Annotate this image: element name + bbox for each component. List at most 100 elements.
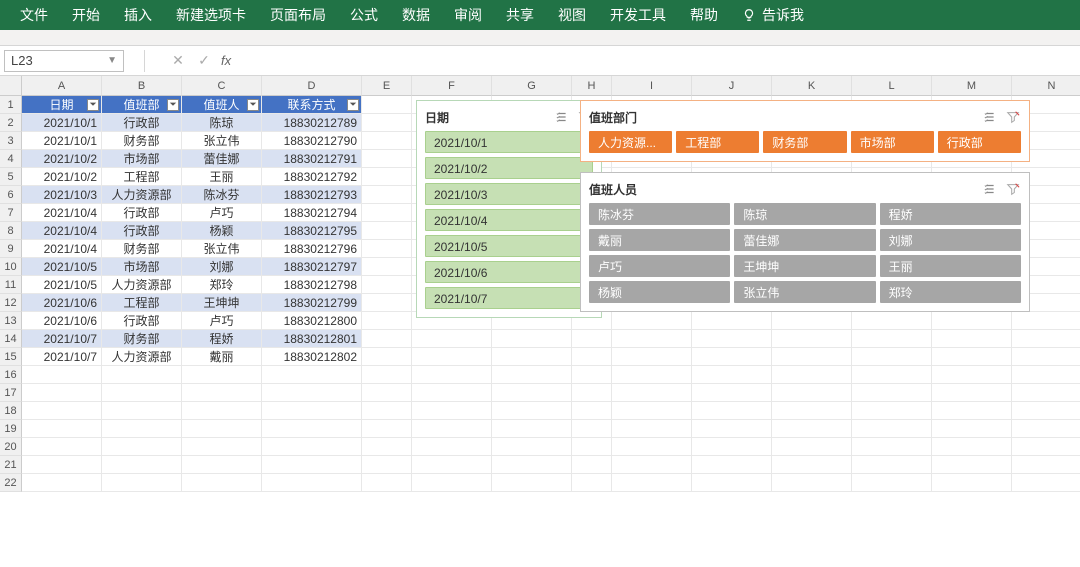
cell[interactable]: [852, 312, 932, 330]
cell[interactable]: [492, 330, 572, 348]
cell[interactable]: [572, 438, 612, 456]
confirm-icon[interactable]: ✓: [191, 52, 217, 69]
column-header-H[interactable]: H: [572, 76, 612, 96]
ribbon-tab-新建选项卡[interactable]: 新建选项卡: [164, 0, 258, 30]
cell[interactable]: [102, 402, 182, 420]
cell[interactable]: [932, 348, 1012, 366]
table-cell[interactable]: 戴丽: [182, 348, 262, 366]
cell[interactable]: [852, 384, 932, 402]
cell[interactable]: [772, 456, 852, 474]
column-header-F[interactable]: F: [412, 76, 492, 96]
cell[interactable]: [362, 438, 412, 456]
cell[interactable]: [362, 168, 412, 186]
table-cell[interactable]: 2021/10/1: [22, 114, 102, 132]
cell[interactable]: [772, 366, 852, 384]
cell[interactable]: [612, 348, 692, 366]
slicer-item[interactable]: 工程部: [676, 131, 759, 153]
table-cell[interactable]: 郑玲: [182, 276, 262, 294]
filter-icon[interactable]: [347, 99, 359, 111]
cell[interactable]: [362, 366, 412, 384]
table-cell[interactable]: 人力资源部: [102, 186, 182, 204]
table-cell[interactable]: 王坤坤: [182, 294, 262, 312]
slicer-item[interactable]: 2021/10/1: [425, 131, 593, 153]
cell[interactable]: [772, 330, 852, 348]
table-cell[interactable]: 刘娜: [182, 258, 262, 276]
row-header-7[interactable]: 7: [0, 204, 22, 222]
slicer-item[interactable]: 郑玲: [880, 281, 1021, 303]
cell[interactable]: [362, 402, 412, 420]
table-cell[interactable]: 陈冰芬: [182, 186, 262, 204]
cell[interactable]: [492, 474, 572, 492]
cell[interactable]: [412, 384, 492, 402]
cell[interactable]: [102, 456, 182, 474]
row-header-4[interactable]: 4: [0, 150, 22, 168]
cell[interactable]: [22, 474, 102, 492]
ribbon-tab-数据[interactable]: 数据: [390, 0, 442, 30]
cell[interactable]: [932, 438, 1012, 456]
cell[interactable]: [852, 456, 932, 474]
cell[interactable]: [852, 474, 932, 492]
cell[interactable]: [262, 456, 362, 474]
row-header-1[interactable]: 1: [0, 96, 22, 114]
cell[interactable]: [852, 420, 932, 438]
table-cell[interactable]: 行政部: [102, 114, 182, 132]
table-cell[interactable]: 18830212798: [262, 276, 362, 294]
name-box[interactable]: L23 ▼: [4, 50, 124, 72]
slicer-值班部门[interactable]: 值班部门人力资源...工程部财务部市场部行政部: [580, 100, 1030, 162]
table-cell[interactable]: 2021/10/2: [22, 150, 102, 168]
cell[interactable]: [1012, 402, 1080, 420]
row-header-9[interactable]: 9: [0, 240, 22, 258]
cell[interactable]: [572, 420, 612, 438]
cell[interactable]: [1012, 456, 1080, 474]
cell[interactable]: [572, 474, 612, 492]
column-header-L[interactable]: L: [852, 76, 932, 96]
row-header-20[interactable]: 20: [0, 438, 22, 456]
cell[interactable]: [692, 402, 772, 420]
table-cell[interactable]: 工程部: [102, 294, 182, 312]
clear-filter-icon[interactable]: [1005, 109, 1021, 125]
cell[interactable]: [612, 330, 692, 348]
table-header[interactable]: 日期: [22, 96, 102, 114]
table-cell[interactable]: 2021/10/3: [22, 186, 102, 204]
cell[interactable]: [1012, 348, 1080, 366]
table-cell[interactable]: 财务部: [102, 330, 182, 348]
table-cell[interactable]: 人力资源部: [102, 276, 182, 294]
slicer-item[interactable]: 陈琼: [734, 203, 875, 225]
cell[interactable]: [932, 402, 1012, 420]
table-cell[interactable]: 2021/10/1: [22, 132, 102, 150]
cell[interactable]: [932, 420, 1012, 438]
cell[interactable]: [182, 366, 262, 384]
row-header-17[interactable]: 17: [0, 384, 22, 402]
table-cell[interactable]: 工程部: [102, 168, 182, 186]
fx-label[interactable]: fx: [221, 53, 231, 68]
cell[interactable]: [852, 438, 932, 456]
table-cell[interactable]: 2021/10/6: [22, 294, 102, 312]
cell[interactable]: [362, 186, 412, 204]
cell[interactable]: [932, 366, 1012, 384]
cell[interactable]: [692, 366, 772, 384]
slicer-item[interactable]: 2021/10/5: [425, 235, 593, 257]
row-header-8[interactable]: 8: [0, 222, 22, 240]
slicer-item[interactable]: 程娇: [880, 203, 1021, 225]
cell[interactable]: [932, 312, 1012, 330]
slicer-值班人员[interactable]: 值班人员陈冰芬陈琼程娇戴丽蕾佳娜刘娜卢巧王坤坤王丽杨颖张立伟郑玲: [580, 172, 1030, 312]
cell[interactable]: [572, 384, 612, 402]
ribbon-tab-帮助[interactable]: 帮助: [678, 0, 730, 30]
cell[interactable]: [262, 402, 362, 420]
cell[interactable]: [362, 312, 412, 330]
table-cell[interactable]: 张立伟: [182, 132, 262, 150]
ribbon-tab-开发工具[interactable]: 开发工具: [598, 0, 678, 30]
cell[interactable]: [492, 420, 572, 438]
cell[interactable]: [102, 438, 182, 456]
column-header-K[interactable]: K: [772, 76, 852, 96]
table-cell[interactable]: 卢巧: [182, 204, 262, 222]
slicer-item[interactable]: 行政部: [938, 131, 1021, 153]
cell[interactable]: [772, 420, 852, 438]
cell[interactable]: [612, 312, 692, 330]
cell[interactable]: [102, 366, 182, 384]
column-header-M[interactable]: M: [932, 76, 1012, 96]
slicer-item[interactable]: 蕾佳娜: [734, 229, 875, 251]
table-cell[interactable]: 2021/10/2: [22, 168, 102, 186]
cell[interactable]: [772, 348, 852, 366]
cell[interactable]: [1012, 384, 1080, 402]
